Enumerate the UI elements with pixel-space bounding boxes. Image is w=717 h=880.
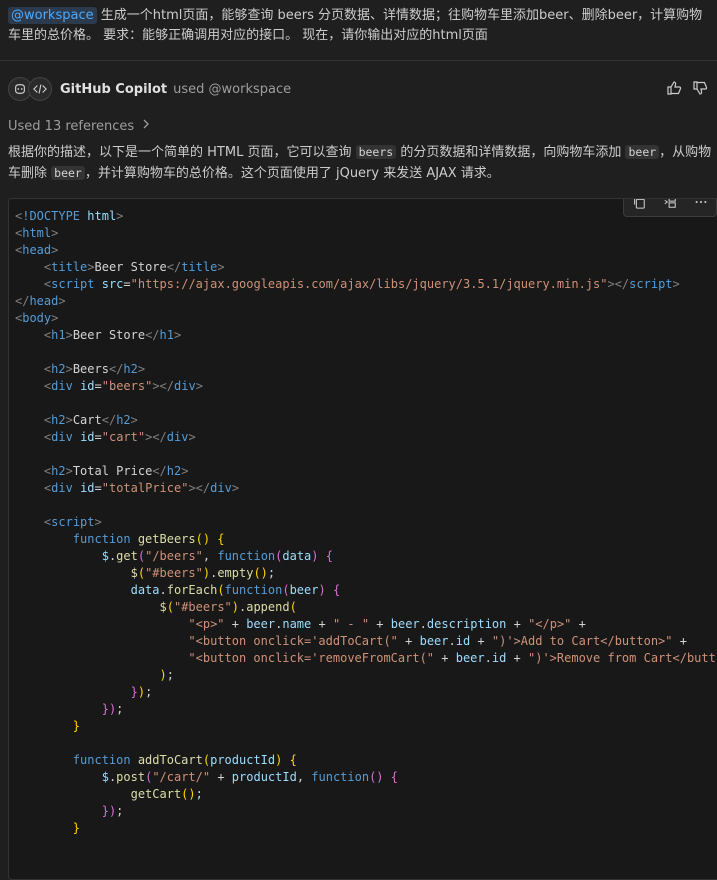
intro-text: ，并计算购物车的总价格。这个页面使用了 jQuery 来发送 AJAX 请求。 <box>84 166 500 181</box>
divider <box>0 60 717 61</box>
inline-code: beer <box>51 166 85 180</box>
workspace-mention[interactable]: @workspace <box>8 7 97 24</box>
request-text: 生成一个html页面，能够查询 beers 分页数据、详情数据；往购物车里添加b… <box>8 8 703 43</box>
code-toolbar <box>623 199 717 217</box>
user-request: @workspace 生成一个html页面，能够查询 beers 分页数据、详情… <box>8 6 708 46</box>
chevron-right-icon <box>140 118 152 134</box>
feedback-buttons <box>666 80 708 100</box>
avatars <box>8 77 52 101</box>
copy-icon[interactable] <box>632 199 646 209</box>
references-toggle[interactable]: Used 13 references <box>8 118 152 134</box>
references-label: Used 13 references <box>8 118 135 134</box>
response-header: GitHub Copilot used @workspace <box>8 76 708 102</box>
intro-text: 的分页数据和详情数据，向购物车添加 <box>396 145 626 160</box>
intro-text: 根据你的描述，以下是一个简单的 HTML 页面，它可以查询 <box>8 145 356 160</box>
used-label: used @workspace <box>173 81 292 97</box>
inline-code: beers <box>355 145 397 159</box>
code-block[interactable]: <!DOCTYPE html> <html> <head> <title>Bee… <box>8 198 717 880</box>
code-content: <!DOCTYPE html> <html> <head> <title>Bee… <box>15 209 716 835</box>
code-icon <box>28 77 52 101</box>
response-intro: 根据你的描述，以下是一个简单的 HTML 页面，它可以查询 beers 的分页数… <box>8 142 712 184</box>
agent-name: GitHub Copilot <box>60 81 168 97</box>
thumbs-down-icon[interactable] <box>692 80 708 100</box>
more-icon[interactable] <box>694 199 708 209</box>
thumbs-up-icon[interactable] <box>666 80 682 100</box>
inline-code: beer <box>625 145 660 159</box>
insert-icon[interactable] <box>663 199 677 209</box>
